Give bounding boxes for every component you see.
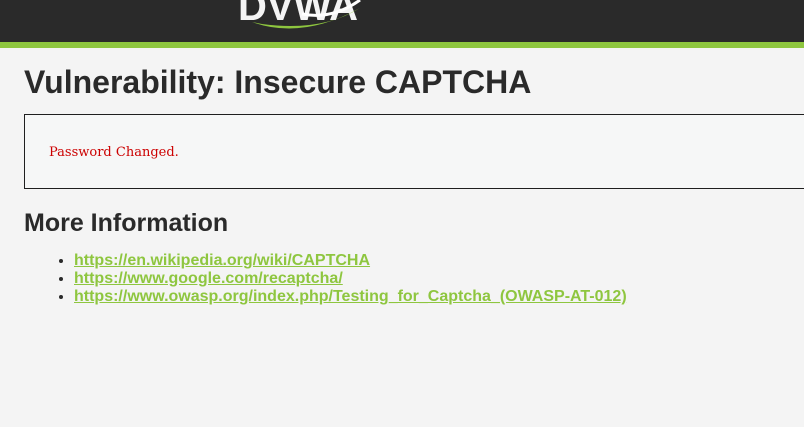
result-message: Password Changed. bbox=[49, 145, 179, 160]
more-info-heading: More Information bbox=[24, 209, 229, 237]
main-content: Vulnerability: Insecure CAPTCHA Password… bbox=[24, 48, 804, 306]
page-title: Vulnerability: Insecure CAPTCHA bbox=[24, 64, 532, 100]
top-header-bar: DVWA bbox=[0, 0, 804, 48]
google-recaptcha-link[interactable]: https://www.google.com/recaptcha/ bbox=[74, 270, 343, 287]
svg-text:DVWA: DVWA bbox=[238, 0, 358, 29]
list-item: https://www.owasp.org/index.php/Testing_… bbox=[74, 288, 804, 306]
wikipedia-captcha-link[interactable]: https://en.wikipedia.org/wiki/CAPTCHA bbox=[74, 252, 370, 269]
more-info-link-list: https://en.wikipedia.org/wiki/CAPTCHA ht… bbox=[24, 252, 804, 306]
list-item: https://www.google.com/recaptcha/ bbox=[74, 270, 804, 288]
owasp-captcha-testing-link[interactable]: https://www.owasp.org/index.php/Testing_… bbox=[74, 288, 627, 305]
result-box: Password Changed. bbox=[24, 114, 804, 189]
list-item: https://en.wikipedia.org/wiki/CAPTCHA bbox=[74, 252, 804, 270]
dvwa-logo[interactable]: DVWA bbox=[232, 0, 372, 30]
